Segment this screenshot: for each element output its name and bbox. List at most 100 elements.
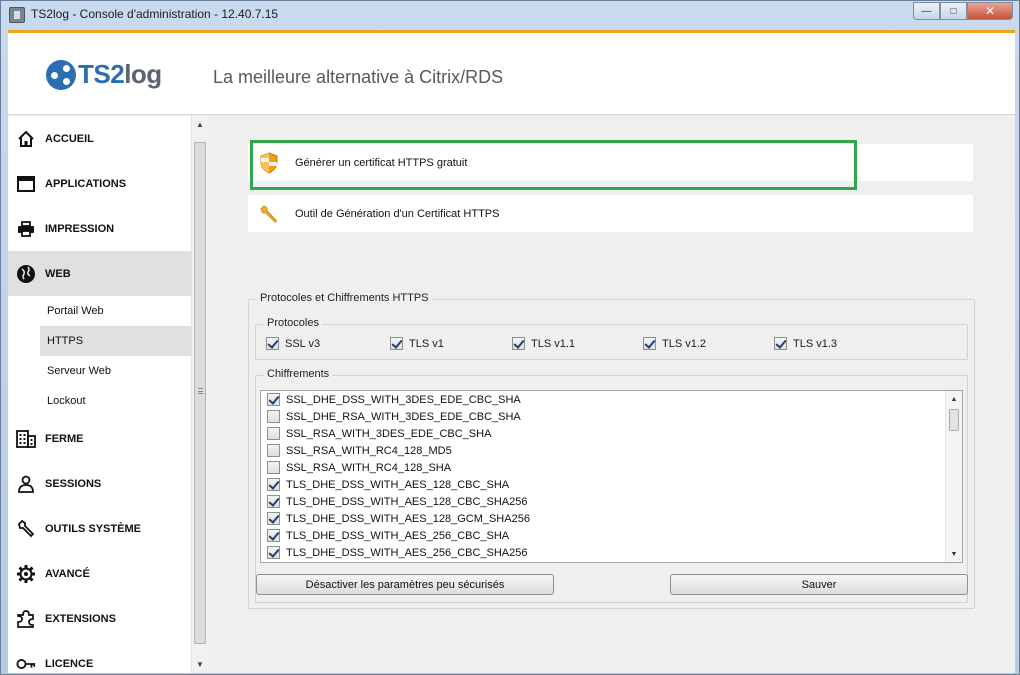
key-icon xyxy=(16,654,36,674)
ciphers-list[interactable]: SSL_DHE_DSS_WITH_3DES_EDE_CBC_SHA SSL_DHE… xyxy=(260,390,963,563)
sidebar-subitem-lockout[interactable]: Lockout xyxy=(8,386,191,416)
checkbox-icon[interactable] xyxy=(267,529,280,542)
scrollbar-thumb[interactable] xyxy=(194,142,206,644)
cipher-row[interactable]: SSL_DHE_DSS_WITH_3DES_EDE_CBC_SHA xyxy=(261,391,962,408)
protocol-checkbox-tlsv1-1[interactable]: TLS v1.1 xyxy=(512,337,575,350)
puzzle-icon xyxy=(16,609,36,629)
highlight-frame xyxy=(250,140,857,190)
cipher-row[interactable]: TLS_DHE_DSS_WITH_AES_128_CBC_SHA256 xyxy=(261,493,962,510)
sidebar-item-label: LICENCE xyxy=(45,657,94,670)
checkbox-icon[interactable] xyxy=(512,337,525,350)
printer-icon xyxy=(16,219,36,239)
home-icon xyxy=(16,129,36,149)
sidebar-subitem-portail-web[interactable]: Portail Web xyxy=(8,296,191,326)
cipher-row[interactable]: TLS_DHE_DSS_WITH_AES_256_CBC_SHA256 xyxy=(261,544,962,561)
sidebar-item-impression[interactable]: IMPRESSION xyxy=(8,206,191,251)
building-icon xyxy=(16,429,36,449)
minimize-button[interactable]: — xyxy=(913,2,940,20)
sidebar-item-label: IMPRESSION xyxy=(45,222,115,235)
window-icon xyxy=(16,174,36,194)
checkbox-icon[interactable] xyxy=(267,546,280,559)
scroll-up-arrow-icon[interactable]: ▲ xyxy=(192,116,208,133)
sidebar-item-label: EXTENSIONS xyxy=(45,612,116,625)
cipher-row[interactable]: TLS_DHE_DSS_WITH_AES_128_CBC_SHA xyxy=(261,476,962,493)
grip-icon xyxy=(198,388,203,394)
ciphers-title: Chiffrements xyxy=(264,368,333,380)
cipher-row[interactable]: TLS_DHE_DSS_WITH_AES_256_CBC_SHA xyxy=(261,527,962,544)
sidebar-item-licence[interactable]: LICENCE xyxy=(8,641,191,673)
scrollbar-thumb[interactable] xyxy=(949,409,959,431)
sidebar-item-extensions[interactable]: EXTENSIONS xyxy=(8,596,191,641)
cipher-label: SSL_RSA_WITH_RC4_128_SHA xyxy=(286,461,452,474)
checkbox-icon[interactable] xyxy=(390,337,403,350)
cipher-row[interactable]: SSL_RSA_WITH_3DES_EDE_CBC_SHA xyxy=(261,425,962,442)
sidebar-subitem-https[interactable]: HTTPS xyxy=(40,326,191,356)
checkbox-icon[interactable] xyxy=(266,337,279,350)
window-title: TS2log - Console d'administration - 12.4… xyxy=(31,7,279,21)
protocol-checkbox-sslv3[interactable]: SSL v3 xyxy=(266,337,320,350)
maximize-button[interactable]: □ xyxy=(940,2,967,20)
window-controls: — □ ✕ xyxy=(913,2,1013,21)
tagline: La meilleure alternative à Citrix/RDS xyxy=(213,67,504,87)
protocol-checkbox-tlsv1[interactable]: TLS v1 xyxy=(390,337,444,350)
checkbox-icon[interactable] xyxy=(643,337,656,350)
checkbox-icon[interactable] xyxy=(267,512,280,525)
checkbox-icon[interactable] xyxy=(267,478,280,491)
sidebar-item-label: OUTILS SYSTÈME xyxy=(45,522,141,535)
client-area: TS2log La meilleure alternative à Citrix… xyxy=(8,30,1015,673)
sidebar-item-label: APPLICATIONS xyxy=(45,177,127,190)
checkbox-icon[interactable] xyxy=(774,337,787,350)
scroll-down-arrow-icon[interactable]: ▼ xyxy=(946,546,962,562)
gear-icon xyxy=(16,564,36,584)
app-window: TS2log - Console d'administration - 12.4… xyxy=(0,0,1020,675)
protocols-group: Protocoles SSL v3 TLS v1 TLS v1.1 TLS v1… xyxy=(255,317,968,360)
sidebar-item-label: SESSIONS xyxy=(45,477,102,490)
app-icon xyxy=(9,7,25,23)
sidebar-item-web[interactable]: WEB xyxy=(8,251,191,296)
cipher-row[interactable]: TLS_DHE_DSS_WITH_AES_128_GCM_SHA256 xyxy=(261,510,962,527)
close-button[interactable]: ✕ xyxy=(967,2,1013,20)
cipher-row[interactable]: SSL_DHE_RSA_WITH_3DES_EDE_CBC_SHA xyxy=(261,408,962,425)
scroll-down-arrow-icon[interactable]: ▼ xyxy=(192,656,208,673)
cipher-row[interactable]: SSL_RSA_WITH_RC4_128_MD5 xyxy=(261,442,962,459)
save-button[interactable]: Sauver xyxy=(670,574,968,595)
sidebar-item-applications[interactable]: APPLICATIONS xyxy=(8,161,191,206)
checkbox-icon[interactable] xyxy=(267,461,280,474)
sidebar: ACCUEIL APPLICATIONS IMPRESSION WEB Port… xyxy=(8,116,191,673)
cipher-label: SSL_DHE_RSA_WITH_3DES_EDE_CBC_SHA xyxy=(286,410,521,423)
checkbox-icon[interactable] xyxy=(267,495,280,508)
protocols-title: Protocoles xyxy=(264,317,322,329)
sidebar-item-outils-systeme[interactable]: OUTILS SYSTÈME xyxy=(8,506,191,551)
ciphers-group: Chiffrements SSL_DHE_DSS_WITH_3DES_EDE_C… xyxy=(255,368,968,603)
wrench-icon xyxy=(258,203,280,225)
cert-tool-action[interactable]: Outil de Génération d'un Certificat HTTP… xyxy=(248,195,973,232)
sidebar-item-label: AVANCÉ xyxy=(45,567,90,580)
disable-insecure-button[interactable]: Désactiver les paramètres peu sécurisés xyxy=(256,574,554,595)
header: TS2log La meilleure alternative à Citrix… xyxy=(8,33,1015,115)
ts2log-logo: TS2log xyxy=(46,59,162,90)
sidebar-item-accueil[interactable]: ACCUEIL xyxy=(8,116,191,161)
sidebar-item-sessions[interactable]: SESSIONS xyxy=(8,461,191,506)
cipher-label: TLS_DHE_DSS_WITH_AES_256_CBC_SHA256 xyxy=(286,546,528,559)
checkbox-icon[interactable] xyxy=(267,427,280,440)
logo-mark-icon xyxy=(46,59,76,90)
https-settings-group: Protocoles et Chiffrements HTTPS Protoco… xyxy=(248,292,975,609)
protocol-checkbox-tlsv1-3[interactable]: TLS v1.3 xyxy=(774,337,837,350)
sidebar-scrollbar[interactable]: ▲ ▼ xyxy=(191,116,208,673)
sidebar-subitem-serveur-web[interactable]: Serveur Web xyxy=(8,356,191,386)
checkbox-icon[interactable] xyxy=(267,410,280,423)
sidebar-item-avance[interactable]: AVANCÉ xyxy=(8,551,191,596)
title-bar[interactable]: TS2log - Console d'administration - 12.4… xyxy=(1,1,1019,29)
cipher-row[interactable]: SSL_RSA_WITH_RC4_128_SHA xyxy=(261,459,962,476)
checkbox-icon[interactable] xyxy=(267,393,280,406)
sidebar-item-ferme[interactable]: FERME xyxy=(8,416,191,461)
scroll-up-arrow-icon[interactable]: ▲ xyxy=(946,391,962,407)
user-icon xyxy=(16,474,36,494)
sidebar-item-label: WEB xyxy=(45,267,71,280)
ciphers-scrollbar[interactable]: ▲ ▼ xyxy=(945,391,962,562)
checkbox-icon[interactable] xyxy=(267,444,280,457)
protocol-checkbox-tlsv1-2[interactable]: TLS v1.2 xyxy=(643,337,706,350)
cipher-label: TLS_DHE_DSS_WITH_AES_128_CBC_SHA xyxy=(286,478,510,491)
cipher-label: SSL_RSA_WITH_3DES_EDE_CBC_SHA xyxy=(286,427,492,440)
wrench-icon xyxy=(16,519,36,539)
